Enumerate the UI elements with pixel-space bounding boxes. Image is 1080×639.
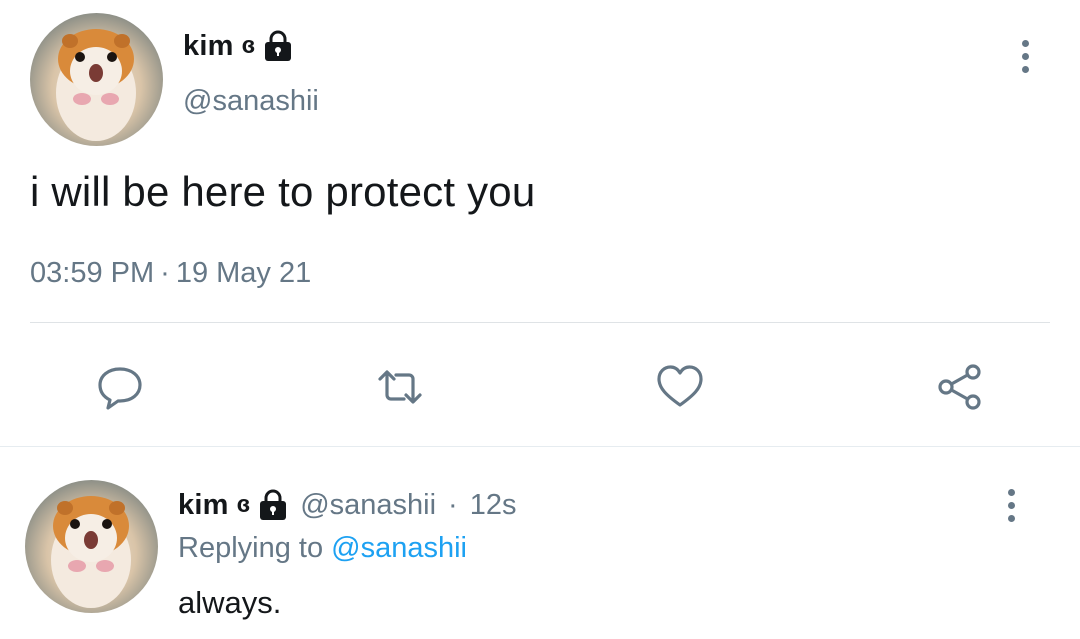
tweet-timestamp: 03:59 PM · 19 May 21 (30, 257, 311, 290)
tweet-time: 03:59 PM (30, 257, 155, 289)
hamster-avatar-image (51, 496, 131, 608)
avatar[interactable] (30, 13, 163, 146)
lock-icon (263, 30, 293, 62)
display-name[interactable]: kim (183, 30, 234, 63)
reply-author-row: kim ɞ @sanashii · 12s (178, 487, 516, 523)
replying-to-mention[interactable]: @sanashii (331, 532, 467, 564)
reply-text: always. (178, 585, 282, 620)
hamster-avatar-image (56, 29, 136, 141)
retweet-arrows-icon (378, 370, 422, 404)
reply-handle[interactable]: @sanashii (300, 489, 436, 522)
meta-separator: · (160, 257, 170, 289)
lock-icon (258, 489, 288, 521)
author-name-row: kim ɞ (183, 28, 293, 64)
divider (30, 322, 1050, 323)
more-options-icon[interactable] (996, 485, 1026, 525)
name-emoji: ɞ (241, 32, 256, 59)
like-button[interactable] (653, 360, 707, 414)
reply-age: 12s (469, 488, 517, 521)
reply-button[interactable] (93, 360, 147, 414)
share-nodes-icon (938, 364, 981, 410)
tweet-text: i will be here to protect you (30, 168, 536, 215)
more-options-icon[interactable] (1010, 36, 1040, 76)
replying-to-line: Replying to @sanashii (178, 532, 467, 565)
reply-display-name[interactable]: kim (178, 489, 229, 522)
tweet-date: 19 May 21 (175, 257, 312, 289)
tweet-detail-view: kim ɞ @sanashii i will be here to protec… (0, 0, 1080, 639)
divider (0, 446, 1080, 447)
replying-to-label: Replying to (178, 532, 324, 564)
author-handle[interactable]: @sanashii (183, 85, 319, 118)
retweet-button[interactable] (373, 360, 427, 414)
heart-icon (657, 365, 703, 407)
reply-avatar[interactable] (25, 480, 158, 613)
name-emoji: ɞ (236, 491, 251, 518)
meta-separator: · (448, 488, 458, 521)
share-button[interactable] (933, 360, 987, 414)
speech-bubble-icon (98, 367, 142, 410)
